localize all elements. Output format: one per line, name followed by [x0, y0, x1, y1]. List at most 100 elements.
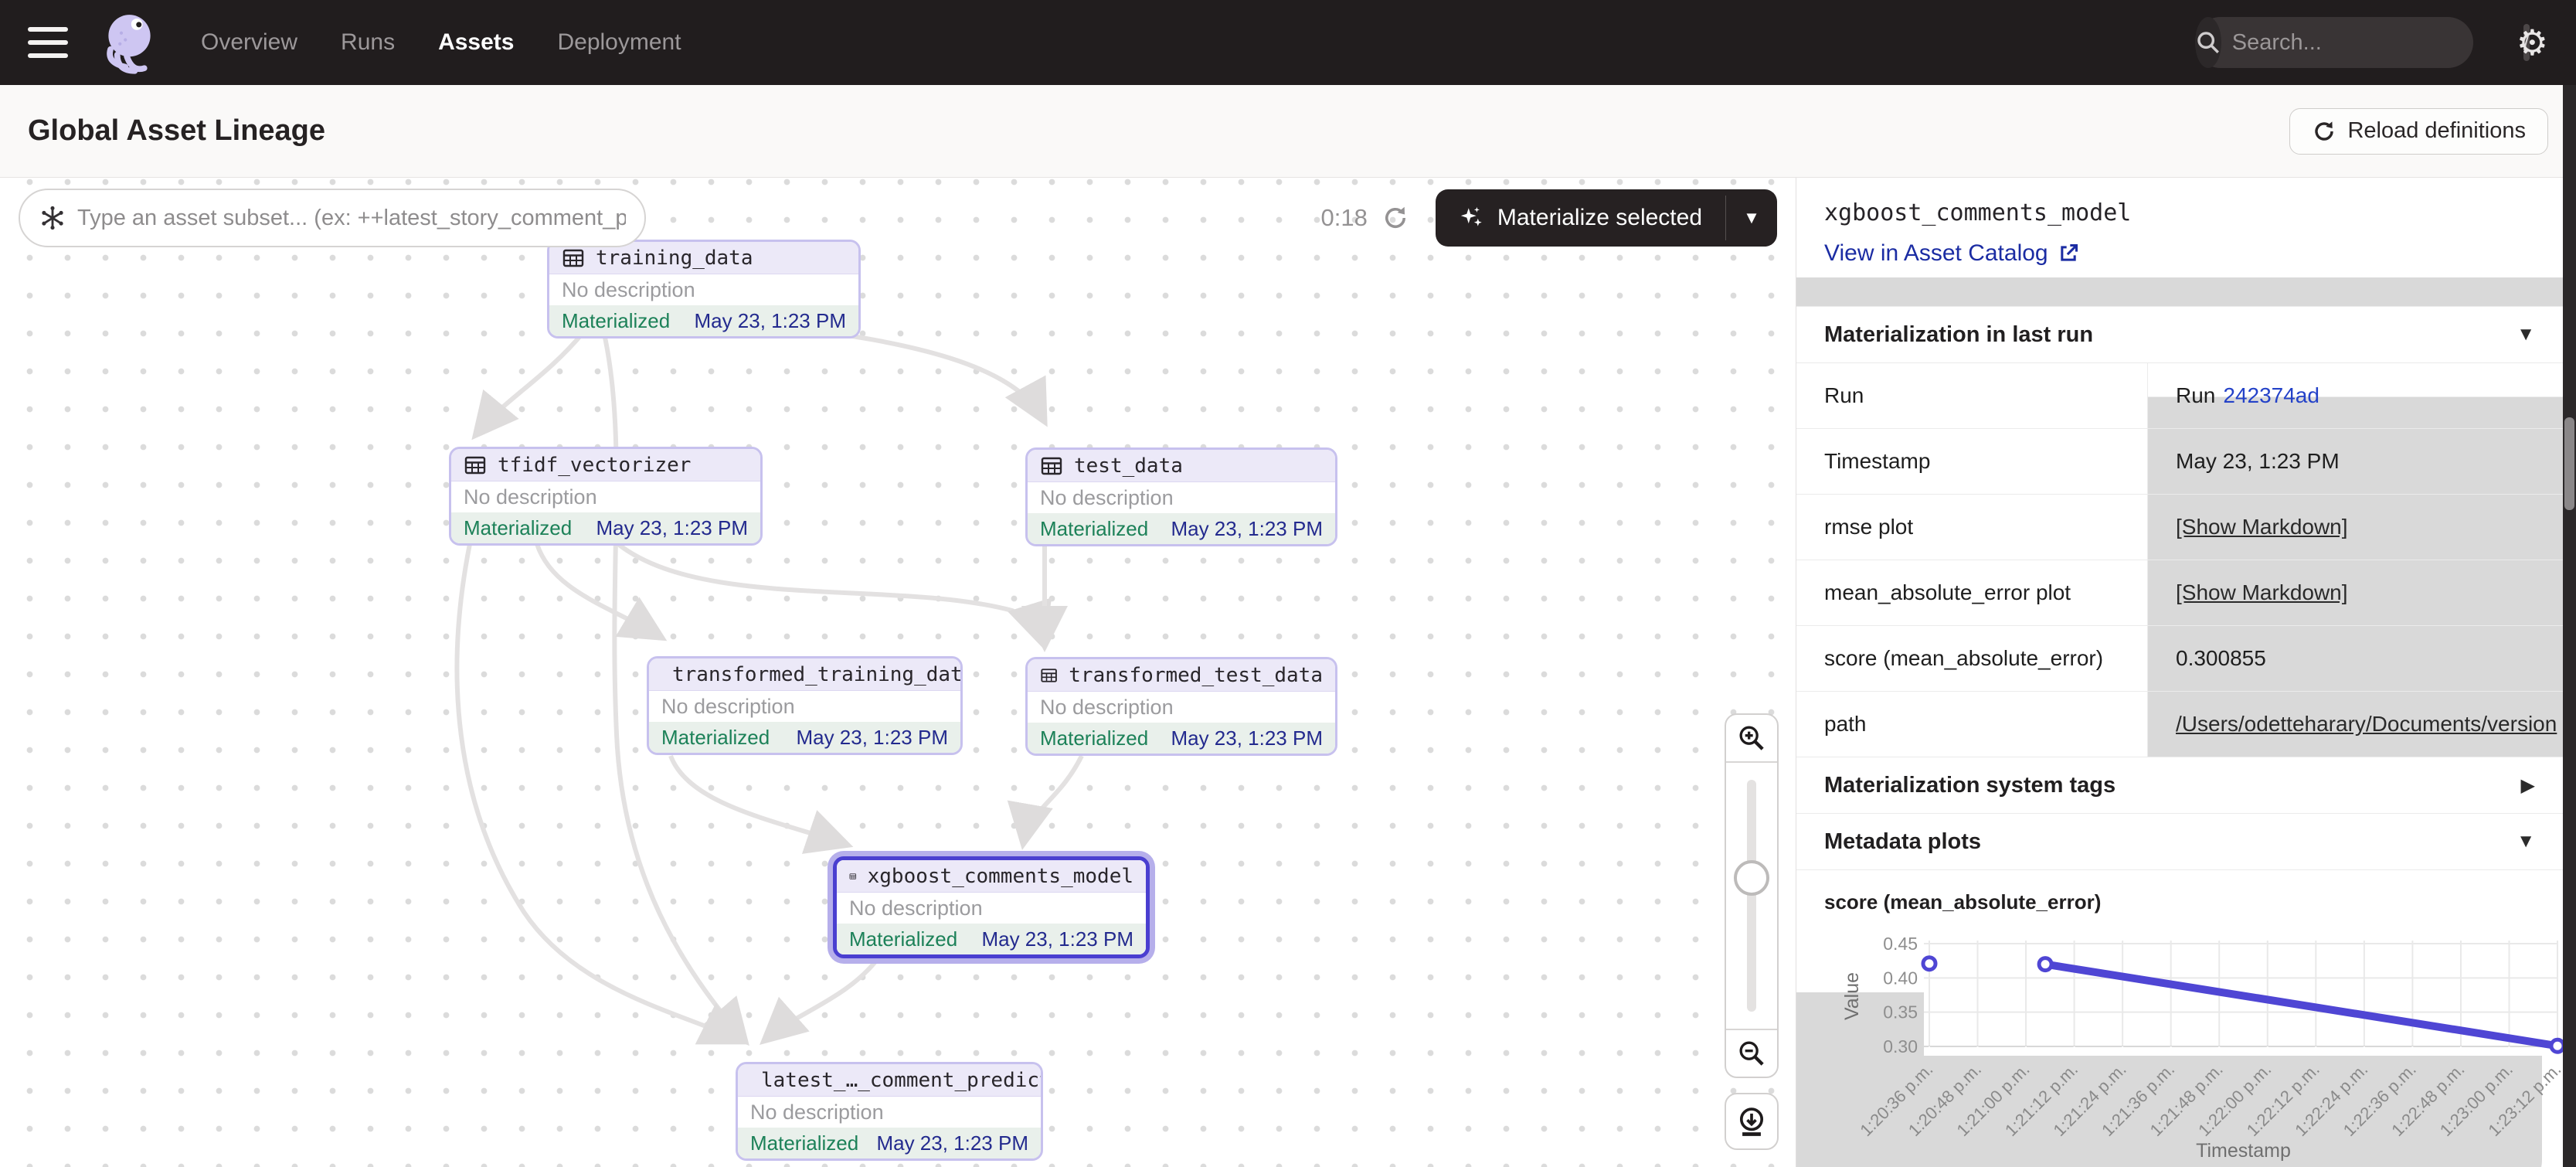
top-nav: Overview Runs Assets Deployment / ⚙	[0, 0, 2576, 85]
download-image-button[interactable]	[1725, 1093, 1779, 1150]
materialization-timestamp: May 23, 1:23 PM	[876, 1131, 1028, 1155]
nav-item-overview[interactable]: Overview	[201, 29, 297, 56]
section-materialization-last-run[interactable]: Materialization in last run ▼	[1796, 306, 2563, 363]
nav-item-assets[interactable]: Assets	[438, 29, 514, 56]
asset-node[interactable]: latest_…_comment_predictions No descripti…	[736, 1062, 1043, 1161]
metadata-link[interactable]: /Users/odetteharary/Documents/version	[2176, 712, 2557, 737]
asset-node-footer: MaterializedMay 23, 1:23 PM	[1028, 723, 1335, 754]
asset-lineage-canvas[interactable]: training_data No description Materialized M…	[0, 178, 1796, 1167]
asset-node-header: tfidf_vectorizer	[451, 449, 760, 481]
metadata-label: path	[1796, 692, 2148, 757]
view-in-asset-catalog-link[interactable]: View in Asset Catalog	[1824, 240, 2079, 267]
metadata-value: [Show Markdown]	[2148, 560, 2563, 625]
nav-item-deployment[interactable]: Deployment	[557, 29, 681, 56]
metadata-value: [Show Markdown]	[2148, 495, 2563, 560]
asset-node-header: xgboost_comments_model	[837, 860, 1146, 893]
metric-plot[interactable]: 0.300.350.400.451:20:36 p.m.1:20:48 p.m.…	[1796, 919, 2563, 1167]
run-id-link[interactable]: 242374ad	[2223, 383, 2319, 408]
svg-text:0.30: 0.30	[1883, 1036, 1918, 1056]
metadata-value: Run 242374ad	[2148, 363, 2563, 428]
metadata-link[interactable]: [Show Markdown]	[2176, 515, 2348, 539]
refresh-timer: 0:18	[1321, 204, 1368, 232]
asset-node[interactable]: tfidf_vectorizer No descriptionMaterializ…	[449, 447, 763, 546]
metadata-row-path: path/Users/odetteharary/Documents/versio…	[1796, 692, 2563, 757]
asset-node-footer: Materialized May 23, 1:23 PM	[837, 924, 1146, 954]
asset-node-name: xgboost_comments_model	[868, 865, 1133, 888]
table-icon	[849, 865, 857, 888]
nav-items: Overview Runs Assets Deployment	[201, 29, 681, 56]
metadata-value: May 23, 1:23 PM	[2148, 429, 2563, 494]
gear-icon[interactable]: ⚙	[2517, 25, 2548, 60]
materialize-options-caret[interactable]: ▼	[1726, 189, 1777, 247]
zoom-slider-thumb[interactable]	[1734, 860, 1769, 896]
metadata-row-score-mean_absolute_error-: score (mean_absolute_error)0.300855	[1796, 626, 2563, 692]
nav-item-runs[interactable]: Runs	[341, 29, 395, 56]
table-icon	[1040, 454, 1063, 478]
asset-node-description: No description	[738, 1097, 1041, 1128]
metadata-label: rmse plot	[1796, 495, 2148, 560]
asset-node[interactable]: transformed_training_dataNo descriptionM…	[647, 656, 963, 755]
materialization-timestamp: May 23, 1:23 PM	[796, 726, 948, 750]
asset-node-name: latest_…_comment_predictions	[761, 1069, 1043, 1092]
chevron-down-icon: ▼	[2517, 831, 2535, 852]
asset-node-footer: Materialized May 23, 1:23 PM	[1028, 513, 1335, 544]
table-icon	[1040, 664, 1058, 687]
zoom-slider[interactable]	[1726, 761, 1777, 1030]
asset-node[interactable]: test_dataNo descriptionMaterializedMay 2…	[1025, 447, 1337, 546]
materialization-timestamp: May 23, 1:23 PM	[1171, 726, 1323, 750]
status-badge: Materialized	[1040, 517, 1148, 541]
metadata-label: Timestamp	[1796, 429, 2148, 494]
scrollbar-thumb[interactable]	[2564, 417, 2574, 510]
refresh-icon	[2312, 119, 2336, 144]
refresh-graph-icon[interactable]	[1381, 204, 1409, 232]
asset-node-description: No description	[837, 893, 1146, 924]
materialization-timestamp: May 23, 1:23 PM	[981, 927, 1133, 951]
asset-node-name: transformed_test_data	[1069, 664, 1323, 687]
asset-node-header: test_data	[1028, 450, 1335, 482]
asset-node-description: No description	[451, 481, 760, 512]
status-badge: Materialized	[661, 726, 770, 750]
asset-node[interactable]: xgboost_comments_modelNo descriptionMate…	[833, 856, 1150, 958]
zoom-in-button[interactable]	[1726, 715, 1777, 761]
section-materialization-system-tags[interactable]: Materialization system tags ▶	[1796, 757, 2563, 814]
asset-node-footer: MaterializedMay 23, 1:23 PM	[451, 512, 760, 543]
asset-node-name: tfidf_vectorizer	[498, 454, 691, 477]
svg-text:0.35: 0.35	[1883, 1002, 1918, 1022]
materialization-timestamp: May 23, 1:23 PM	[596, 516, 748, 540]
global-search[interactable]: /	[2195, 17, 2473, 68]
asset-node[interactable]: training_dataNo descriptionMaterializedM…	[547, 240, 861, 339]
metadata-row-rmse-plot: rmse plot [Show Markdown]	[1796, 495, 2563, 560]
search-input[interactable]	[2221, 30, 2523, 56]
asset-node-footer: MaterializedMay 23, 1:23 PM	[549, 305, 858, 336]
table-icon	[562, 247, 585, 270]
materialization-timestamp: May 23, 1:23 PM	[1171, 517, 1323, 541]
zoom-controls	[1725, 713, 1779, 1078]
zoom-out-button[interactable]	[1726, 1030, 1777, 1077]
asset-node-header: latest_…_comment_predictions	[738, 1064, 1041, 1097]
svg-text:0.40: 0.40	[1883, 968, 1918, 988]
metadata-label: Run	[1796, 363, 2148, 428]
asset-name-title: xgboost_comments_model	[1824, 199, 2535, 226]
metadata-label: score (mean_absolute_error)	[1796, 626, 2148, 691]
asset-node-name: training_data	[596, 247, 753, 270]
section-metadata-plots[interactable]: Metadata plots ▼	[1796, 813, 2563, 870]
asset-subset-filter[interactable]	[19, 189, 646, 247]
asset-node-description: No description	[649, 691, 960, 722]
dagster-logo-icon[interactable]	[94, 10, 159, 75]
page-scrollbar[interactable]	[2563, 85, 2576, 1167]
materialization-metadata-table: Run Run 242374ad TimestampMay 23, 1:23 PMrm…	[1796, 363, 2563, 757]
materialization-timestamp: May 23, 1:23 PM	[694, 309, 846, 333]
status-badge: Materialized	[849, 927, 957, 951]
materialize-selected-button[interactable]: Materialize selected ▼	[1436, 189, 1777, 247]
asset-node[interactable]: transformed_test_dataNo descriptionMater…	[1025, 657, 1337, 756]
metadata-link[interactable]: [Show Markdown]	[2176, 580, 2348, 605]
menu-icon[interactable]	[28, 27, 68, 58]
metadata-row-timestamp: TimestampMay 23, 1:23 PM	[1796, 429, 2563, 495]
svg-text:Value: Value	[1841, 972, 1863, 1020]
asset-node-header: transformed_test_data	[1028, 659, 1335, 692]
asset-node-footer: Materialized May 23, 1:23 PM	[649, 722, 960, 753]
metadata-row-mean_absolute_error-plot: mean_absolute_error plot[Show Markdown]	[1796, 560, 2563, 626]
asset-subset-input[interactable]	[77, 206, 626, 231]
reload-definitions-button[interactable]: Reload definitions	[2289, 108, 2548, 155]
run-prefix: Run	[2176, 383, 2215, 408]
